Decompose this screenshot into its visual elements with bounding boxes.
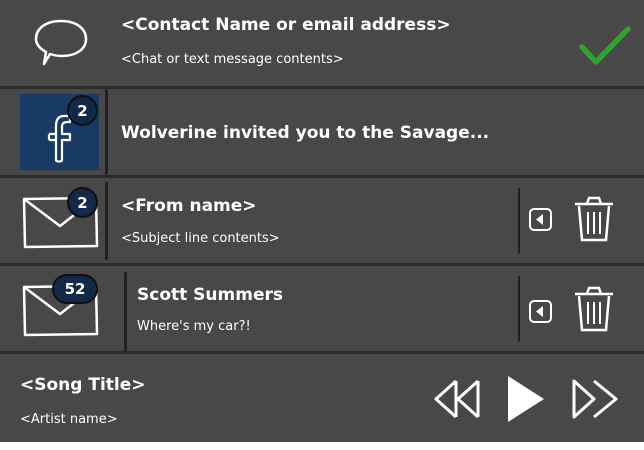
divider [105, 182, 108, 260]
facebook-message: Wolverine invited you to the Savage... [121, 123, 490, 143]
email-from: <From name> [121, 196, 257, 216]
email-subject: <Subject line contents> [121, 231, 280, 246]
divider [518, 188, 520, 254]
email-from: Scott Summers [137, 285, 283, 305]
checkmark-icon[interactable] [578, 25, 632, 67]
facebook-count-badge: 2 [67, 95, 98, 126]
fast-forward-icon[interactable] [568, 375, 622, 423]
divider [124, 272, 127, 352]
trash-icon[interactable] [571, 284, 617, 334]
speech-bubble-icon [34, 19, 88, 66]
contact-name: <Contact Name or email address> [121, 15, 451, 35]
chat-notification[interactable]: <Contact Name or email address> <Chat or… [0, 0, 644, 89]
notification-screen: <Contact Name or email address> <Chat or… [0, 0, 644, 442]
rewind-icon[interactable] [430, 375, 484, 423]
divider [105, 89, 108, 175]
email-count-badge: 2 [67, 187, 98, 218]
divider [518, 276, 520, 342]
artist-name: <Artist name> [20, 412, 118, 427]
left-arrow-icon[interactable] [528, 207, 553, 232]
trash-icon[interactable] [571, 194, 617, 244]
email-subject: Where's my car?! [137, 319, 251, 334]
song-title: <Song Title> [20, 375, 146, 395]
media-player: <Song Title> <Artist name> [0, 354, 644, 442]
message-preview: <Chat or text message contents> [121, 52, 344, 67]
play-icon[interactable] [504, 372, 548, 426]
email-count-badge: 52 [52, 274, 98, 304]
left-arrow-icon[interactable] [528, 299, 553, 324]
